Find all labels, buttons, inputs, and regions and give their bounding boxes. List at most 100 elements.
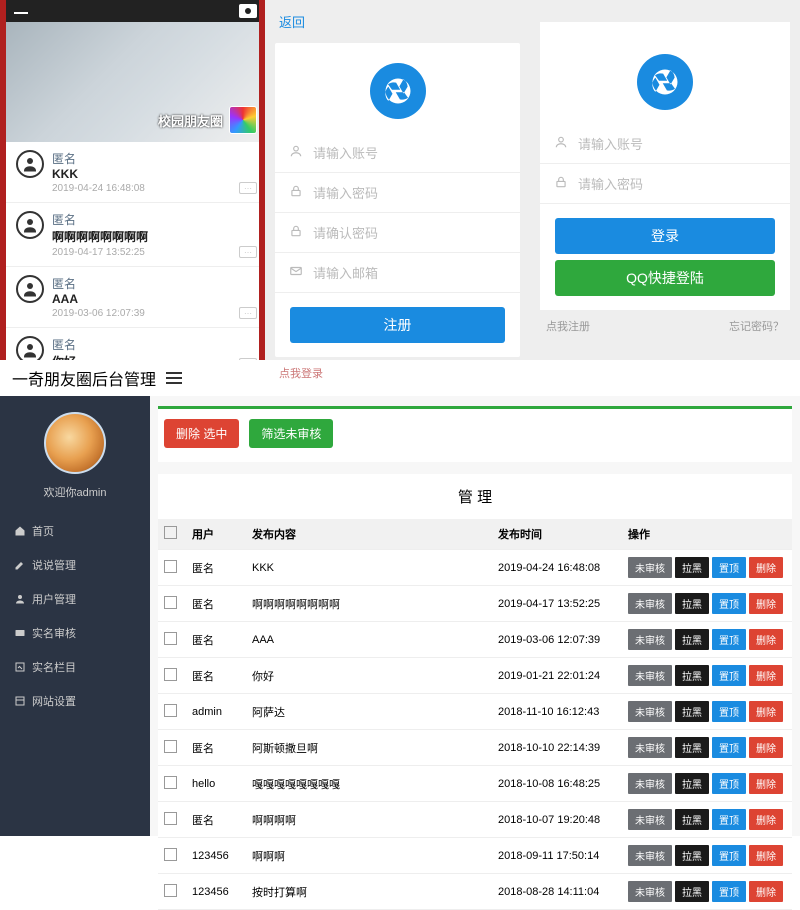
select-all-checkbox[interactable] bbox=[164, 526, 177, 539]
row-checkbox[interactable] bbox=[164, 776, 177, 789]
pin-button[interactable]: 置顶 bbox=[712, 629, 746, 650]
menu-icon[interactable] bbox=[14, 9, 28, 14]
user-icon bbox=[14, 593, 26, 605]
camera-icon[interactable] bbox=[239, 4, 257, 18]
row-checkbox[interactable] bbox=[164, 596, 177, 609]
feed-name: 匿名 bbox=[52, 211, 255, 228]
block-button[interactable]: 拉黑 bbox=[675, 557, 709, 578]
aperture-icon bbox=[370, 63, 426, 119]
goto-login-link[interactable]: 点我登录 bbox=[275, 357, 520, 389]
pin-button[interactable]: 置顶 bbox=[712, 773, 746, 794]
block-button[interactable]: 拉黑 bbox=[675, 845, 709, 866]
review-button[interactable]: 未审核 bbox=[628, 629, 672, 650]
email-field[interactable]: 请输入邮箱 bbox=[275, 253, 520, 293]
row-checkbox[interactable] bbox=[164, 704, 177, 717]
sidebar-item-2[interactable]: 用户管理 bbox=[0, 582, 150, 616]
delete-button[interactable]: 删除 bbox=[749, 593, 783, 614]
delete-button[interactable]: 删除 bbox=[749, 557, 783, 578]
more-icon[interactable]: ⋯ bbox=[239, 182, 257, 194]
block-button[interactable]: 拉黑 bbox=[675, 701, 709, 722]
sidebar-item-3[interactable]: 实名审核 bbox=[0, 616, 150, 650]
app-avatar[interactable] bbox=[229, 106, 257, 134]
block-button[interactable]: 拉黑 bbox=[675, 773, 709, 794]
delete-button[interactable]: 删除 bbox=[749, 773, 783, 794]
pin-button[interactable]: 置顶 bbox=[712, 809, 746, 830]
username-field[interactable]: 请输入账号 bbox=[275, 133, 520, 173]
delete-button[interactable]: 删除 bbox=[749, 845, 783, 866]
pin-button[interactable]: 置顶 bbox=[712, 881, 746, 902]
delete-button[interactable]: 删除 bbox=[749, 665, 783, 686]
person-icon bbox=[289, 144, 305, 161]
cell-time: 2018-10-08 16:48:25 bbox=[492, 766, 622, 802]
goto-register-link[interactable]: 点我注册 bbox=[546, 318, 590, 334]
lock-icon bbox=[554, 175, 570, 192]
review-button[interactable]: 未审核 bbox=[628, 845, 672, 866]
person-icon bbox=[16, 211, 44, 239]
block-button[interactable]: 拉黑 bbox=[675, 809, 709, 830]
cell-time: 2018-10-07 19:20:48 bbox=[492, 802, 622, 838]
block-button[interactable]: 拉黑 bbox=[675, 737, 709, 758]
col-content: 发布内容 bbox=[246, 519, 492, 550]
password-field[interactable]: 请输入密码 bbox=[540, 164, 790, 204]
row-checkbox[interactable] bbox=[164, 884, 177, 897]
qq-login-button[interactable]: QQ快捷登陆 bbox=[555, 260, 775, 296]
cell-time: 2019-03-06 12:07:39 bbox=[492, 622, 622, 658]
lock-icon bbox=[289, 224, 305, 241]
feed-item[interactable]: 匿名啊啊啊啊啊啊啊啊2019-04-17 13:52:25⋯ bbox=[6, 203, 265, 267]
username-field[interactable]: 请输入账号 bbox=[540, 124, 790, 164]
password-field[interactable]: 请输入密码 bbox=[275, 173, 520, 213]
review-button[interactable]: 未审核 bbox=[628, 593, 672, 614]
pin-button[interactable]: 置顶 bbox=[712, 845, 746, 866]
pin-button[interactable]: 置顶 bbox=[712, 701, 746, 722]
review-button[interactable]: 未审核 bbox=[628, 881, 672, 902]
more-icon[interactable]: ⋯ bbox=[239, 307, 257, 319]
block-button[interactable]: 拉黑 bbox=[675, 629, 709, 650]
delete-button[interactable]: 删除 bbox=[749, 737, 783, 758]
cell-time: 2018-10-10 22:14:39 bbox=[492, 730, 622, 766]
delete-button[interactable]: 删除 bbox=[749, 701, 783, 722]
block-button[interactable]: 拉黑 bbox=[675, 881, 709, 902]
feed-item[interactable]: 匿名你好⋯ bbox=[6, 328, 265, 360]
pin-button[interactable]: 置顶 bbox=[712, 665, 746, 686]
delete-selected-button[interactable]: 删除 选中 bbox=[164, 419, 239, 448]
sidebar-item-1[interactable]: 说说管理 bbox=[0, 548, 150, 582]
confirm-password-field[interactable]: 请确认密码 bbox=[275, 213, 520, 253]
more-icon[interactable]: ⋯ bbox=[239, 358, 257, 360]
delete-button[interactable]: 删除 bbox=[749, 881, 783, 902]
delete-button[interactable]: 删除 bbox=[749, 809, 783, 830]
register-button[interactable]: 注册 bbox=[290, 307, 506, 343]
feed-item[interactable]: 匿名KKK2019-04-24 16:48:08⋯ bbox=[6, 142, 265, 203]
review-button[interactable]: 未审核 bbox=[628, 773, 672, 794]
review-button[interactable]: 未审核 bbox=[628, 557, 672, 578]
feed-item[interactable]: 匿名AAA2019-03-06 12:07:39⋯ bbox=[6, 267, 265, 328]
sidebar-item-4[interactable]: 实名栏目 bbox=[0, 650, 150, 684]
review-button[interactable]: 未审核 bbox=[628, 809, 672, 830]
pin-button[interactable]: 置顶 bbox=[712, 557, 746, 578]
review-button[interactable]: 未审核 bbox=[628, 737, 672, 758]
pin-button[interactable]: 置顶 bbox=[712, 593, 746, 614]
avatar[interactable] bbox=[44, 412, 106, 474]
forgot-password-link[interactable]: 忘记密码？ bbox=[729, 318, 784, 334]
block-button[interactable]: 拉黑 bbox=[675, 593, 709, 614]
app-name: 校园朋友圈 bbox=[158, 111, 223, 130]
row-checkbox[interactable] bbox=[164, 560, 177, 573]
feed-time: 2019-04-24 16:48:08 bbox=[52, 183, 255, 194]
row-checkbox[interactable] bbox=[164, 812, 177, 825]
pin-button[interactable]: 置顶 bbox=[712, 737, 746, 758]
sidebar-item-0[interactable]: 首页 bbox=[0, 514, 150, 548]
review-button[interactable]: 未审核 bbox=[628, 665, 672, 686]
row-checkbox[interactable] bbox=[164, 668, 177, 681]
block-button[interactable]: 拉黑 bbox=[675, 665, 709, 686]
menu-icon[interactable] bbox=[166, 372, 182, 384]
login-button[interactable]: 登录 bbox=[555, 218, 775, 254]
row-checkbox[interactable] bbox=[164, 632, 177, 645]
row-checkbox[interactable] bbox=[164, 740, 177, 753]
delete-button[interactable]: 删除 bbox=[749, 629, 783, 650]
back-link[interactable]: 返回 bbox=[275, 0, 520, 43]
panel-title: 管 理 bbox=[158, 474, 792, 519]
more-icon[interactable]: ⋯ bbox=[239, 246, 257, 258]
review-button[interactable]: 未审核 bbox=[628, 701, 672, 722]
filter-unreviewed-button[interactable]: 筛选未审核 bbox=[249, 419, 333, 448]
sidebar-item-label: 用户管理 bbox=[32, 591, 76, 607]
sidebar-item-5[interactable]: 网站设置 bbox=[0, 684, 150, 718]
